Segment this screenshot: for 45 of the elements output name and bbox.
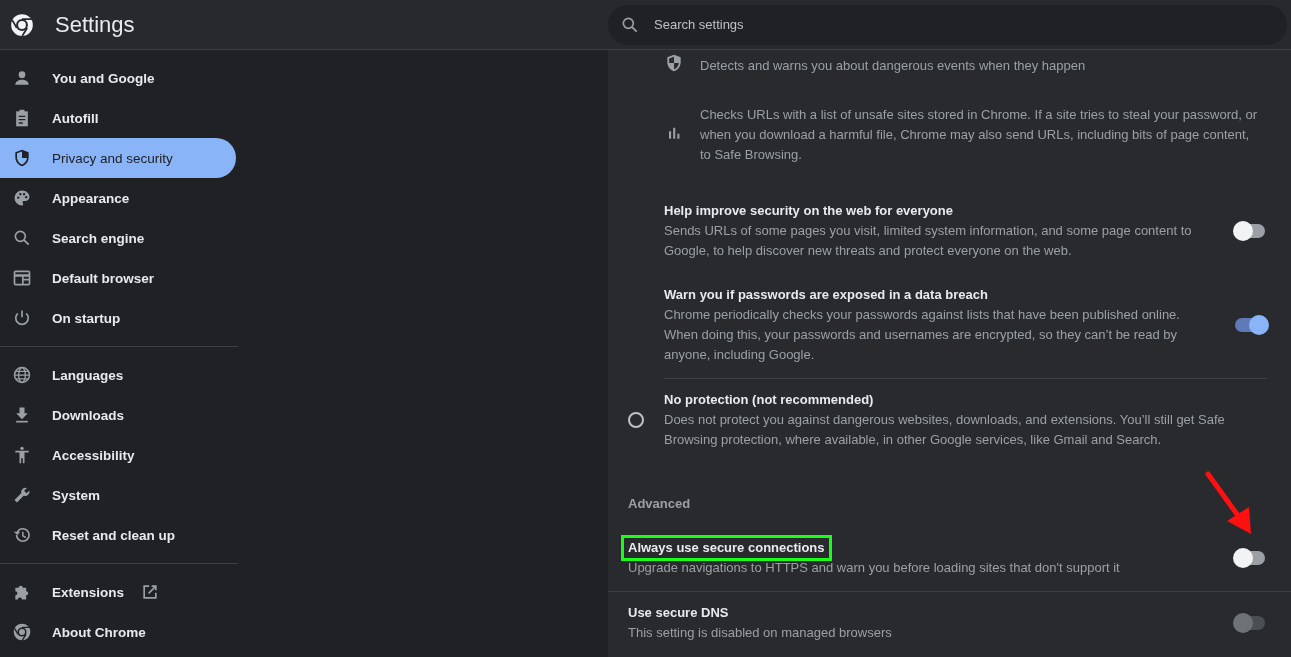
palette-icon (12, 188, 32, 208)
sidebar-item[interactable]: Downloads (0, 395, 236, 435)
option-title: No protection (not recommended) (664, 391, 874, 409)
radio-button[interactable] (628, 412, 644, 428)
option-description: This setting is disabled on managed browsers (628, 624, 893, 642)
option-description: Does not protect you against dangerous websites, downloads, and extensions. You’ll still get Safe Browsing protection, where available, in other Google services, like Gmail and Search. (664, 411, 1226, 449)
logo-icon (12, 622, 32, 642)
option-title: Always use secure connections (624, 538, 829, 558)
search-field[interactable]: Search settings (608, 4, 1287, 45)
toggle-switch[interactable] (1235, 551, 1265, 565)
globe-icon (12, 365, 32, 385)
option-title: Use secure DNS (628, 604, 729, 622)
option-title: Warn you if passwords are exposed in a data breach (664, 286, 988, 304)
option-description: Upgrade navigations to HTTPS and warn you before loading sites that don't support it (628, 559, 1121, 577)
sidebar-item[interactable]: Accessibility (0, 435, 236, 475)
accessibility-icon (12, 445, 32, 465)
section-heading: Advanced (628, 495, 692, 513)
sidebar-item[interactable]: You and Google (0, 58, 236, 98)
description-text: Checks URLs with a list of unsafe sites stored in Chrome. If a site tries to steal your password, or when you download a harmful file, Chrome may also send URLs, including bits of page content, to Safe Browsing. (700, 106, 1259, 164)
wrench-icon (12, 485, 32, 505)
search-icon (12, 228, 32, 248)
shield-icon (664, 53, 684, 73)
option-description: Sends URLs of some pages you visit, limited system information, and some page content to Google, to help discover new threats and protect everyone on the web. (664, 222, 1193, 260)
sidebar-item[interactable]: Extensions (0, 572, 236, 612)
description-text: Detects and warns you about dangerous events when they happen (700, 57, 1087, 75)
sidebar-item[interactable]: Appearance (0, 178, 236, 218)
option-description: Chrome periodically checks your passwords against lists that have been published online. When doing this, your passwords and usernames are encrypted, so they can’t be read by anyone, including Google. (664, 306, 1181, 364)
sidebar-item[interactable]: Privacy and security (0, 138, 236, 178)
sidebar-item[interactable]: Default browser (0, 258, 236, 298)
sidebar-item[interactable]: Reset and clean up (0, 515, 236, 555)
sidebar-item[interactable]: Search engine (0, 218, 236, 258)
history-icon (12, 525, 32, 545)
sidebar-item[interactable]: Autofill (0, 98, 236, 138)
sidebar-item[interactable]: Languages (0, 355, 236, 395)
power-icon (12, 308, 32, 328)
option-title: Help improve security on the web for everyone (664, 202, 953, 220)
sidebar-item[interactable]: System (0, 475, 236, 515)
shield-icon (12, 148, 32, 168)
page-title: Settings (55, 11, 135, 38)
sidebar-item[interactable]: About Chrome (0, 612, 236, 652)
toggle-switch[interactable] (1235, 224, 1265, 238)
sidebar-item[interactable]: On startup (0, 298, 236, 338)
logo-icon (9, 11, 35, 38)
person-icon (12, 68, 32, 88)
browser-window-icon (12, 268, 32, 288)
